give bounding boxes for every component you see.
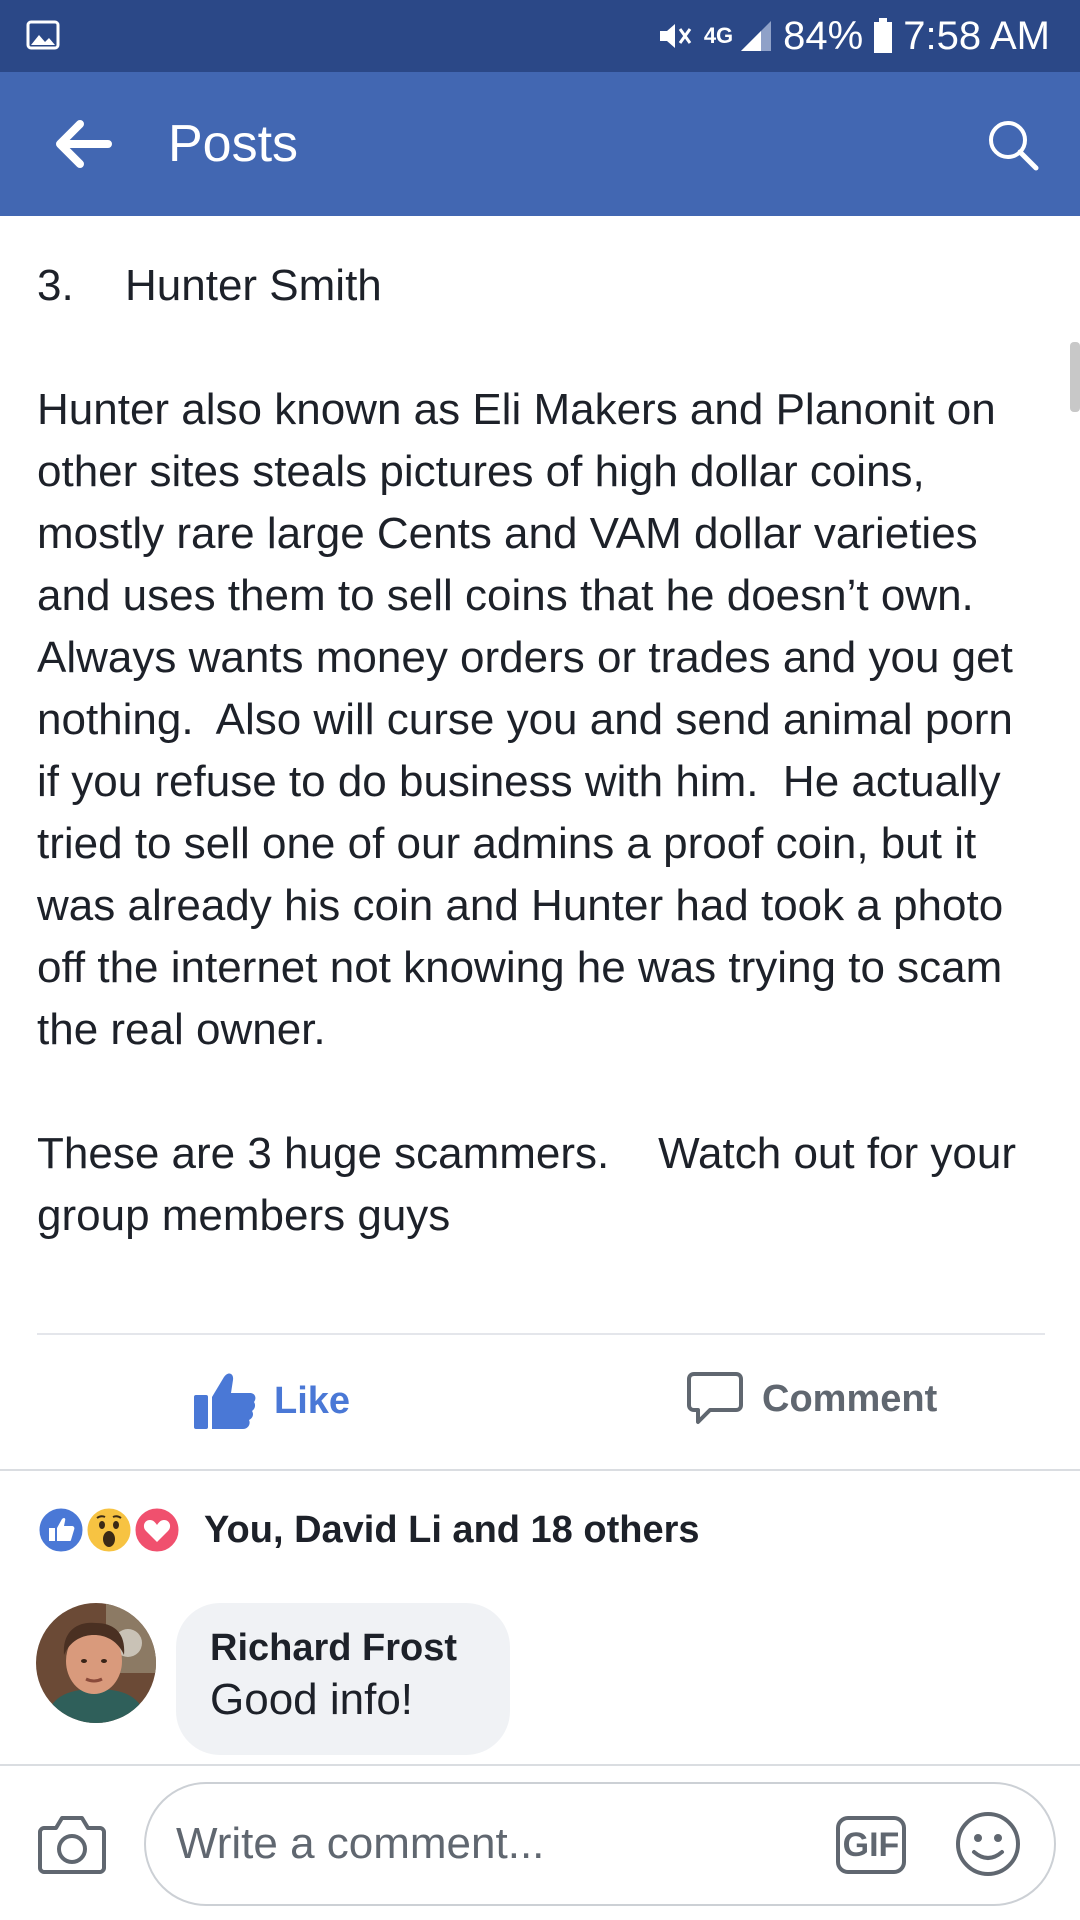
comment-author[interactable]: Richard Frost [210, 1625, 476, 1671]
avatar[interactable] [36, 1603, 156, 1723]
comment-composer: Write a comment... GIF [0, 1764, 1080, 1920]
like-label: Like [274, 1379, 351, 1422]
comment-label: Comment [762, 1377, 938, 1420]
gif-button[interactable]: GIF [836, 1816, 906, 1874]
comment-input-placeholder: Write a comment... [176, 1819, 545, 1868]
network-type: 4G [703, 23, 734, 48]
battery-icon [874, 18, 893, 53]
back-arrow-icon[interactable] [52, 116, 112, 172]
reaction-summary-text: You, David Li and 18 others [204, 1508, 700, 1551]
reaction-summary[interactable]: You, David Li and 18 others [36, 1502, 700, 1558]
comment-bubble-icon [687, 1372, 743, 1424]
clock: 7:58 AM [903, 13, 1050, 58]
post-heading: 3. Hunter Smith [37, 255, 1047, 317]
camera-icon[interactable] [38, 1814, 106, 1874]
post-paragraph: Hunter also known as Eli Makers and Plan… [37, 385, 1026, 1054]
like-reaction-icon [36, 1505, 86, 1555]
like-button[interactable]: Like [194, 1371, 350, 1431]
search-icon[interactable] [986, 118, 1040, 172]
mute-icon [659, 24, 692, 48]
emoji-icon[interactable] [954, 1810, 1022, 1878]
status-bar: 4G 84% 7:58 AM [0, 0, 1080, 72]
status-indicators: 4G 84% 7:58 AM [656, 0, 1050, 72]
comment-input[interactable]: Write a comment... GIF [144, 1782, 1056, 1906]
section-separator [0, 1469, 1080, 1471]
thumbs-up-icon [194, 1373, 256, 1429]
battery-percent: 84% [783, 13, 864, 58]
post-actions: Like Comment [0, 1335, 1080, 1471]
gallery-notification-icon [26, 20, 60, 50]
comment-bubble[interactable]: Richard Frost Good info! [176, 1603, 510, 1755]
composer-separator [0, 1764, 1080, 1766]
scrollbar[interactable] [1070, 342, 1080, 412]
love-reaction-icon [132, 1505, 182, 1555]
signal-icon [741, 21, 772, 51]
wow-reaction-icon [84, 1505, 134, 1555]
commenter-photo [36, 1603, 156, 1723]
heading-name: Hunter Smith [125, 261, 382, 310]
post-paragraph: These are 3 huge scammers. Watch out for… [37, 1129, 1029, 1240]
heading-number: 3. [37, 261, 74, 310]
app-bar: Posts [0, 72, 1080, 216]
reaction-icons [36, 1502, 184, 1558]
comment-button[interactable]: Comment [686, 1371, 937, 1427]
page-title: Posts [168, 115, 299, 173]
post-body: 3. Hunter Smith Hunter also known as Eli… [37, 255, 1047, 1247]
comment-text: Good info! [210, 1675, 414, 1724]
